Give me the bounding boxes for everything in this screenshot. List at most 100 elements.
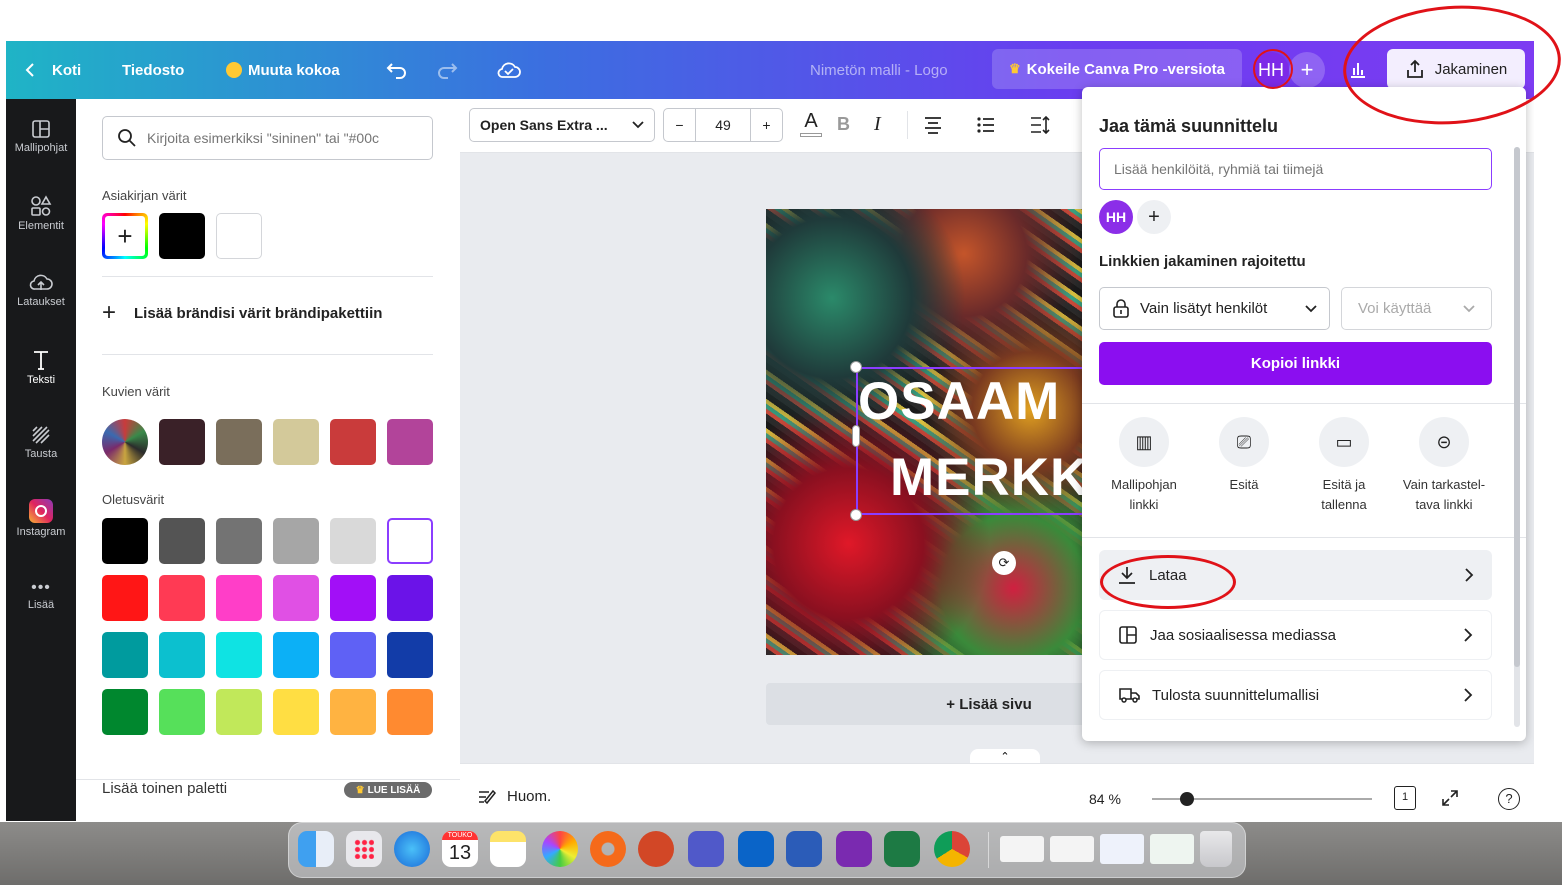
social-share-row[interactable]: Jaa sosiaalisessa mediassa xyxy=(1099,610,1492,660)
rail-item-instagram[interactable]: Instagram xyxy=(6,499,76,538)
zoom-level[interactable]: 84 % xyxy=(1089,791,1121,807)
excel-icon[interactable] xyxy=(884,831,920,867)
photos-icon[interactable] xyxy=(542,831,578,867)
default-color-swatch[interactable] xyxy=(102,689,148,735)
rail-item-elements[interactable]: Elementit xyxy=(6,195,76,232)
rail-item-background[interactable]: Tausta xyxy=(6,425,76,460)
image-color-swatch[interactable] xyxy=(273,419,319,465)
default-color-swatch[interactable] xyxy=(273,689,319,735)
default-color-swatch[interactable] xyxy=(102,632,148,678)
default-color-swatch[interactable] xyxy=(330,632,376,678)
default-color-swatch[interactable] xyxy=(102,575,148,621)
resize-handle[interactable] xyxy=(850,509,862,521)
teams-icon[interactable] xyxy=(688,831,724,867)
default-color-swatch[interactable] xyxy=(273,575,319,621)
add-person-button[interactable]: + xyxy=(1137,200,1171,234)
line-spacing-icon[interactable] xyxy=(1029,115,1051,135)
share-option-present[interactable]: ⎚ Esitä xyxy=(1194,417,1294,495)
doc-color-swatch[interactable] xyxy=(159,213,205,259)
scrollbar-thumb[interactable] xyxy=(1514,147,1520,667)
default-color-swatch[interactable] xyxy=(330,575,376,621)
default-color-swatch[interactable] xyxy=(273,518,319,564)
text-color-button[interactable]: A xyxy=(796,110,826,142)
word-icon[interactable] xyxy=(786,831,822,867)
window-thumbnail[interactable] xyxy=(1050,836,1094,862)
calendar-icon[interactable]: TOUKO 13 xyxy=(442,831,478,867)
print-row[interactable]: Tulosta suunnittelumallisi xyxy=(1099,670,1492,720)
search-input[interactable] xyxy=(147,130,417,146)
owner-avatar[interactable]: HH xyxy=(1099,200,1133,234)
font-select[interactable]: Open Sans Extra ... xyxy=(469,108,655,142)
file-menu[interactable]: Tiedosto xyxy=(122,41,184,99)
default-color-swatch[interactable] xyxy=(330,689,376,735)
default-color-swatch[interactable] xyxy=(330,518,376,564)
default-color-swatch[interactable] xyxy=(216,689,262,735)
default-color-swatch[interactable] xyxy=(159,632,205,678)
default-color-swatch[interactable] xyxy=(216,632,262,678)
add-brand-colors-button[interactable]: + Lisää brändisi värit brändipakettiin xyxy=(102,301,382,325)
bold-button[interactable]: B xyxy=(837,114,850,135)
help-button[interactable]: ? xyxy=(1498,788,1520,810)
default-color-swatch[interactable] xyxy=(387,518,433,564)
rail-item-uploads[interactable]: Lataukset xyxy=(6,273,76,308)
try-pro-button[interactable]: ♛ Kokeile Canva Pro -versiota xyxy=(992,49,1242,89)
window-thumbnail[interactable] xyxy=(1000,836,1044,862)
redo-button[interactable] xyxy=(436,41,458,99)
image-color-swatch[interactable] xyxy=(387,419,433,465)
italic-button[interactable]: I xyxy=(874,113,881,136)
default-color-swatch[interactable] xyxy=(159,575,205,621)
invite-input[interactable] xyxy=(1099,148,1492,190)
default-color-swatch[interactable] xyxy=(216,518,262,564)
outlook-icon[interactable] xyxy=(738,831,774,867)
image-color-swatch[interactable] xyxy=(330,419,376,465)
align-center-icon[interactable] xyxy=(923,116,943,134)
default-color-swatch[interactable] xyxy=(387,689,433,735)
read-more-badge[interactable]: ♛ LUE LISÄÄ xyxy=(344,782,432,798)
zoom-slider-thumb[interactable] xyxy=(1180,792,1194,806)
add-collaborator-button[interactable]: + xyxy=(1289,52,1325,88)
share-option-view-link[interactable]: ⊝ Vain tarkastel-tava linkki xyxy=(1394,417,1494,515)
permission-select[interactable]: Voi käyttää xyxy=(1341,287,1492,330)
default-color-swatch[interactable] xyxy=(102,518,148,564)
headline-line1[interactable]: OSAAM xyxy=(858,371,1060,432)
search-box[interactable] xyxy=(102,116,433,160)
notes-button[interactable]: Huom. xyxy=(477,788,551,805)
design-title[interactable]: Nimetön malli - Logo xyxy=(810,41,948,99)
add-color-button[interactable]: + xyxy=(102,213,148,259)
doc-color-swatch[interactable] xyxy=(216,213,262,259)
safari-icon[interactable] xyxy=(394,831,430,867)
origin-icon[interactable] xyxy=(590,831,626,867)
image-color-swatch[interactable] xyxy=(216,419,262,465)
fullscreen-icon[interactable] xyxy=(1440,788,1460,808)
image-thumbnail[interactable] xyxy=(102,419,148,465)
default-color-swatch[interactable] xyxy=(216,575,262,621)
scrollbar[interactable] xyxy=(1514,147,1520,727)
notes-app-icon[interactable] xyxy=(490,831,526,867)
increase-size-button[interactable]: + xyxy=(750,109,782,141)
zoom-slider[interactable] xyxy=(1152,792,1372,806)
rail-item-text[interactable]: Teksti xyxy=(6,349,76,386)
powerpoint-icon[interactable] xyxy=(638,831,674,867)
window-thumbnail[interactable] xyxy=(1100,834,1144,864)
design-page[interactable]: OSAAM MERKK ⟳ xyxy=(766,209,1096,655)
home-button[interactable]: Koti xyxy=(24,41,81,99)
share-option-template-link[interactable]: ▥ Mallipohjan linkki xyxy=(1094,417,1194,515)
headline-line2[interactable]: MERKK xyxy=(890,447,1089,508)
launchpad-icon[interactable] xyxy=(346,831,382,867)
image-color-swatch[interactable] xyxy=(159,419,205,465)
copy-link-button[interactable]: Kopioi linkki xyxy=(1099,342,1492,385)
decrease-size-button[interactable]: − xyxy=(664,109,696,141)
finder-icon[interactable] xyxy=(298,831,334,867)
chrome-icon[interactable] xyxy=(934,831,970,867)
share-option-record[interactable]: ▭ Esitä ja tallenna xyxy=(1294,417,1394,515)
access-select[interactable]: Vain lisätyt henkilöt xyxy=(1099,287,1330,330)
default-color-swatch[interactable] xyxy=(273,632,319,678)
window-thumbnail[interactable] xyxy=(1150,834,1194,864)
rail-item-more[interactable]: ••• Lisää xyxy=(6,580,76,612)
font-size-value[interactable]: 49 xyxy=(696,117,750,133)
onenote-icon[interactable] xyxy=(836,831,872,867)
default-color-swatch[interactable] xyxy=(387,575,433,621)
trash-icon[interactable] xyxy=(1200,831,1232,867)
undo-button[interactable] xyxy=(386,41,408,99)
list-icon[interactable] xyxy=(976,116,996,134)
